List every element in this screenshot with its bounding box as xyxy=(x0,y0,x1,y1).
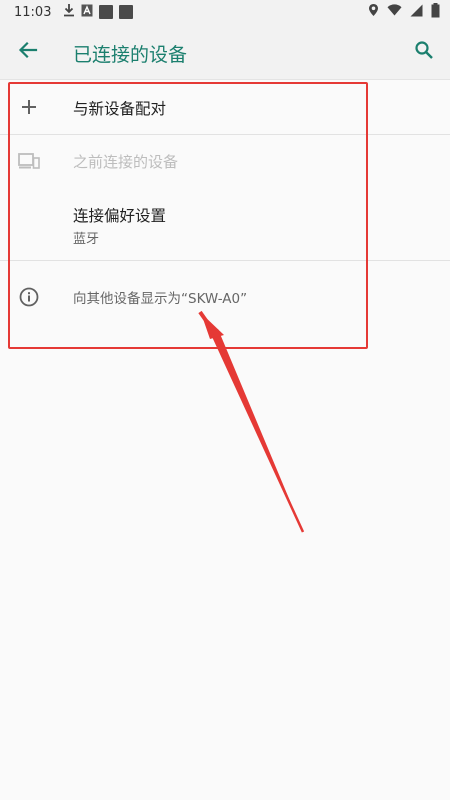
notification-square-icon xyxy=(99,5,114,19)
notification-square-icon xyxy=(119,5,134,19)
download-icon xyxy=(63,3,75,21)
app-bar: 已连接的设备 xyxy=(0,24,450,80)
search-button[interactable] xyxy=(410,38,438,66)
previously-connected-label: 之前连接的设备 xyxy=(73,153,179,171)
search-icon xyxy=(414,40,434,64)
location-icon xyxy=(368,3,379,21)
pair-new-device-item[interactable]: 与新设备配对 xyxy=(0,80,450,134)
battery-icon xyxy=(431,2,440,22)
connection-preferences-label: 连接偏好设置 xyxy=(73,207,167,225)
settings-list: 与新设备配对 之前连接的设备 连接偏好设置 蓝牙 向其他设备显示为“SKW-A0… xyxy=(0,80,450,307)
wifi-icon xyxy=(387,4,402,20)
page-title: 已连接的设备 xyxy=(73,44,188,66)
previously-connected-item[interactable]: 之前连接的设备 xyxy=(0,134,450,188)
notification-a-icon xyxy=(81,4,93,21)
back-button[interactable] xyxy=(0,24,56,80)
plus-icon xyxy=(16,94,42,120)
connection-preferences-summary: 蓝牙 xyxy=(73,232,100,247)
info-icon xyxy=(16,284,42,310)
status-time: 11:03 xyxy=(14,4,52,20)
device-visibility-label: 向其他设备显示为“SKW-A0” xyxy=(73,291,248,307)
device-visibility-info: 向其他设备显示为“SKW-A0” xyxy=(0,270,450,330)
pair-new-device-label: 与新设备配对 xyxy=(73,100,167,118)
devices-icon xyxy=(16,148,42,174)
status-icons xyxy=(368,2,440,22)
connection-preferences-item[interactable]: 连接偏好设置 蓝牙 xyxy=(0,196,450,268)
arrow-back-icon xyxy=(18,40,38,64)
status-bar: 11:03 xyxy=(0,0,450,24)
signal-icon xyxy=(410,4,423,21)
divider xyxy=(0,260,450,261)
